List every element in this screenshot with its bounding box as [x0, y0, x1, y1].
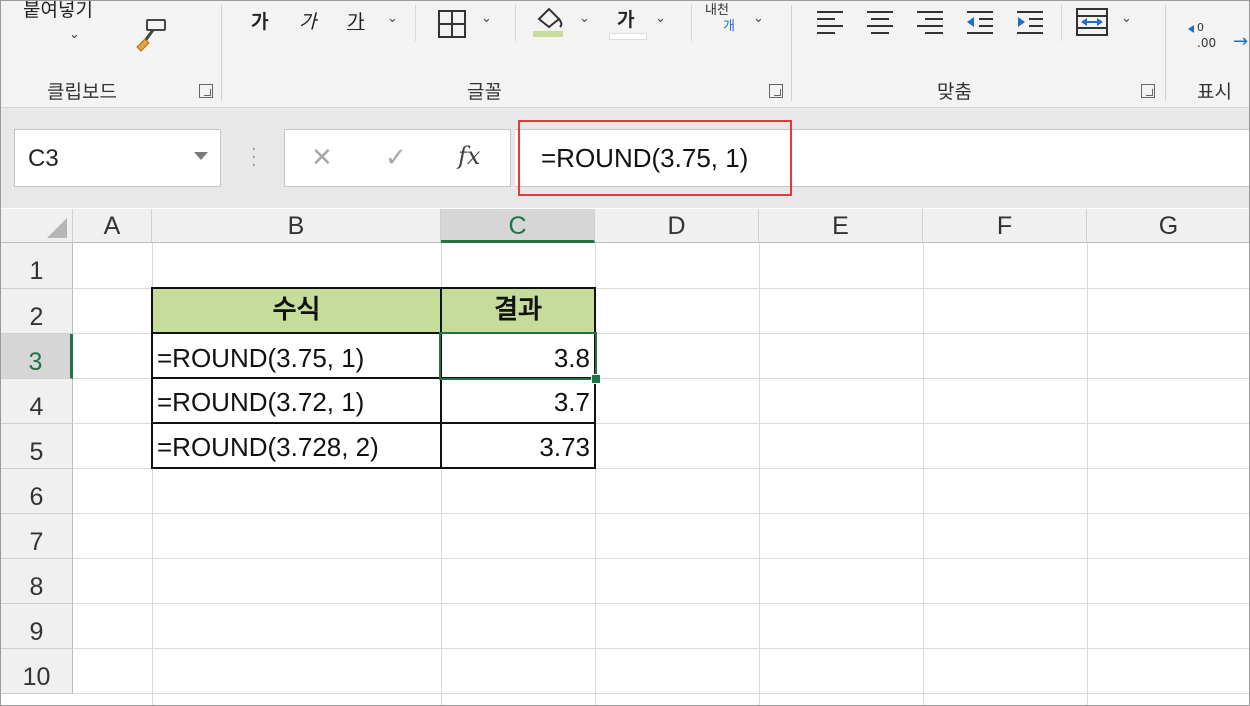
divider [1061, 5, 1062, 41]
row-header-6[interactable]: 6 [1, 469, 73, 514]
divider [515, 5, 516, 41]
row-header-5[interactable]: 5 [1, 424, 73, 469]
column-header-c[interactable]: C [441, 209, 595, 243]
cell-b4[interactable]: =ROUND(3.72, 1) [153, 379, 440, 423]
gridline [73, 558, 1249, 559]
column-header-a[interactable]: A [73, 209, 152, 243]
paste-button[interactable]: 붙여넣기 [23, 1, 93, 22]
divider [691, 5, 692, 41]
cell-c4[interactable]: 3.7 [442, 379, 594, 423]
cell-b3[interactable]: =ROUND(3.75, 1) [153, 334, 440, 378]
font-color-swatch [609, 33, 647, 40]
table-border [151, 467, 596, 469]
phonetic-label-bottom: 개 [723, 19, 735, 34]
name-box[interactable]: C3 [14, 129, 221, 187]
name-box-value: C3 [28, 145, 59, 172]
align-center-icon[interactable] [865, 9, 895, 39]
underline-button[interactable]: 가 [347, 7, 364, 34]
row-header-4[interactable]: 4 [1, 379, 73, 424]
row-header-8[interactable]: 8 [1, 559, 73, 604]
column-header-d[interactable]: D [595, 209, 759, 243]
increase-indent-icon[interactable] [1015, 9, 1045, 39]
divider [1165, 5, 1166, 101]
chevron-down-icon[interactable]: ⌄ [387, 11, 398, 26]
svg-text:0: 0 [1197, 21, 1204, 34]
merge-center-icon[interactable] [1075, 7, 1109, 41]
row-header-3[interactable]: 3 [1, 334, 73, 379]
gridline [1087, 243, 1088, 705]
enter-icon[interactable]: ✓ [385, 143, 407, 173]
chevron-down-icon[interactable]: ⌄ [579, 11, 590, 26]
gridline [73, 693, 1249, 694]
divider [791, 5, 792, 101]
row-header-7[interactable]: 7 [1, 514, 73, 559]
chevron-down-icon[interactable]: ⌄ [1121, 11, 1132, 26]
row-header-1[interactable]: 1 [1, 243, 73, 289]
gridline [73, 648, 1249, 649]
ribbon: 붙여넣기 ⌄ 클립보드 가 가 가 ⌄ ⌄ ⌄ 가 ⌄ 내천 개 ⌄ 글꼴 ⌄ … [1, 1, 1249, 108]
insert-function-icon[interactable]: fx [458, 142, 480, 170]
decrease-decimal-icon[interactable]: 0.00 [1187, 17, 1221, 55]
bold-button[interactable]: 가 [251, 7, 268, 34]
chevron-down-icon[interactable] [194, 152, 208, 160]
font-color-button[interactable]: 가 [617, 5, 634, 32]
chevron-down-icon[interactable]: ⌄ [753, 11, 764, 26]
phonetic-label-top: 내천 [705, 3, 729, 18]
row-header-9[interactable]: 9 [1, 604, 73, 649]
cell-c5[interactable]: 3.73 [442, 424, 594, 468]
gridline [73, 513, 1249, 514]
gridline [759, 243, 760, 705]
grip-icon[interactable]: · · · [251, 141, 257, 175]
alignment-launcher-icon[interactable] [1141, 84, 1155, 98]
column-header-e[interactable]: E [759, 209, 923, 243]
table-border [151, 422, 596, 424]
decrease-indent-icon[interactable] [965, 9, 995, 39]
cell-b5[interactable]: =ROUND(3.728, 2) [153, 424, 440, 468]
chevron-down-icon[interactable]: ⌄ [481, 11, 492, 26]
format-painter-icon[interactable] [133, 17, 169, 57]
font-group-label: 글꼴 [467, 81, 502, 103]
gridline [73, 603, 1249, 604]
phonetic-button[interactable]: 내천 개 [705, 3, 735, 35]
column-header-f[interactable]: F [923, 209, 1087, 243]
cancel-icon[interactable]: ✕ [311, 143, 333, 173]
divider [415, 5, 416, 41]
chevron-down-icon[interactable]: ⌄ [69, 27, 80, 42]
excel-window: 붙여넣기 ⌄ 클립보드 가 가 가 ⌄ ⌄ ⌄ 가 ⌄ 내천 개 ⌄ 글꼴 ⌄ … [0, 0, 1250, 706]
font-launcher-icon[interactable] [769, 84, 783, 98]
formula-buttons: ✕ ✓ fx [284, 129, 511, 187]
chevron-down-icon[interactable]: ⌄ [655, 11, 666, 26]
column-header-g[interactable]: G [1087, 209, 1249, 243]
alignment-group-label: 맞춤 [937, 81, 972, 103]
row-header-10[interactable]: 10 [1, 649, 73, 694]
fill-color-icon[interactable] [531, 5, 567, 43]
svg-text:.00: .00 [1197, 36, 1216, 50]
active-cell-outline [439, 332, 597, 380]
table-border [151, 287, 153, 469]
cell-c2[interactable]: 결과 [441, 288, 595, 333]
number-group-label: 표시 [1197, 81, 1232, 103]
italic-button[interactable]: 가 [299, 7, 316, 34]
row-header-2[interactable]: 2 [1, 289, 73, 334]
formula-bar: C3 · · · ✕ ✓ fx =ROUND(3.75, 1) [1, 108, 1249, 208]
align-right-icon[interactable] [915, 9, 945, 39]
table-border [151, 287, 596, 289]
cell-b2[interactable]: 수식 [152, 288, 441, 333]
clipboard-group-label: 클립보드 [47, 81, 117, 103]
column-header-b[interactable]: B [152, 209, 441, 243]
clipboard-launcher-icon[interactable] [199, 84, 213, 98]
increase-decimal-icon[interactable]: → [1233, 31, 1249, 52]
fill-handle[interactable] [591, 374, 601, 384]
select-all-button[interactable] [1, 209, 73, 243]
highlight-box [518, 120, 792, 196]
gridline [923, 243, 924, 705]
borders-icon[interactable] [437, 9, 467, 43]
divider [221, 5, 222, 101]
align-left-icon[interactable] [815, 9, 845, 39]
